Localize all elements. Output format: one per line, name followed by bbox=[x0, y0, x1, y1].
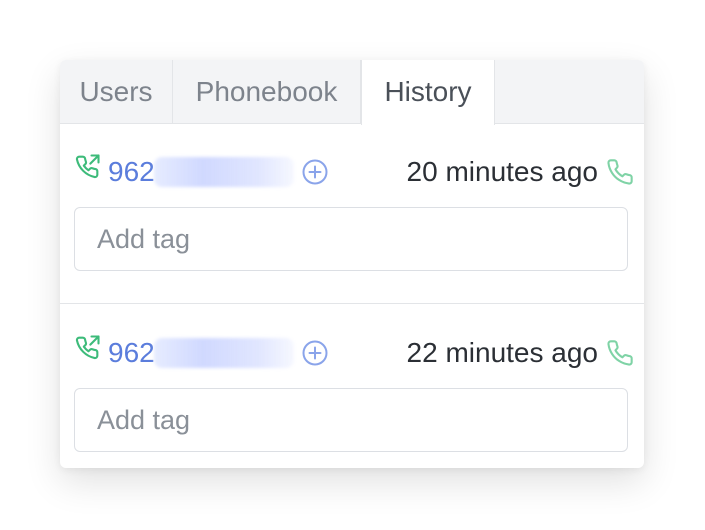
phone-number-link[interactable]: 962 bbox=[108, 333, 155, 373]
call-time: 22 minutes ago bbox=[406, 337, 598, 368]
redacted-number bbox=[154, 338, 294, 368]
add-tag-input[interactable] bbox=[74, 207, 628, 271]
tab-phonebook[interactable]: Phonebook bbox=[173, 60, 361, 124]
redacted-number bbox=[154, 157, 294, 187]
phone-number-link[interactable]: 962 bbox=[108, 152, 155, 192]
history-panel: Users Phonebook History 962 20 minutes a… bbox=[60, 60, 644, 468]
add-tag-input[interactable] bbox=[74, 388, 628, 452]
tab-bar: Users Phonebook History bbox=[60, 60, 644, 125]
history-entry: 962 20 minutes ago bbox=[60, 124, 644, 304]
call-time: 20 minutes ago bbox=[406, 156, 598, 187]
phone-icon[interactable] bbox=[606, 158, 634, 186]
entry-divider bbox=[60, 303, 644, 304]
tab-users[interactable]: Users bbox=[60, 60, 173, 124]
add-contact-icon[interactable] bbox=[302, 340, 328, 366]
phone-icon[interactable] bbox=[606, 339, 634, 367]
history-entry: 962 22 minutes ago bbox=[60, 305, 644, 468]
outgoing-call-icon bbox=[75, 154, 100, 179]
tab-history[interactable]: History bbox=[361, 60, 495, 125]
outgoing-call-icon bbox=[75, 335, 100, 360]
add-contact-icon[interactable] bbox=[302, 159, 328, 185]
